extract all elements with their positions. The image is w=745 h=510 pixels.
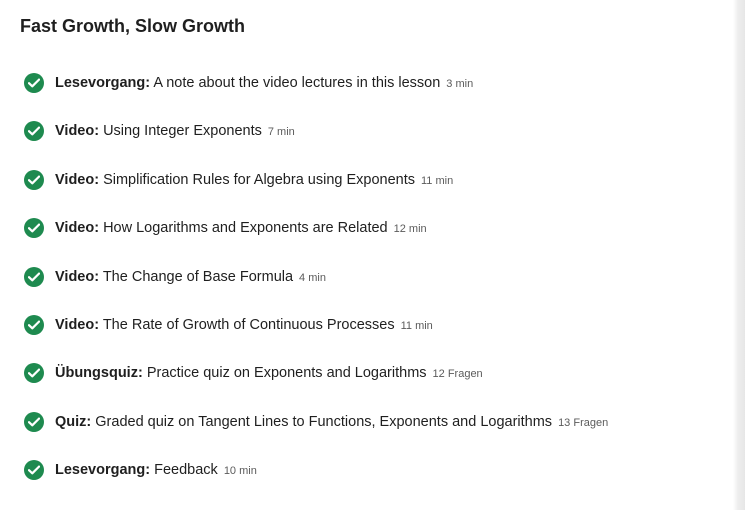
checkmark-circle-icon [24, 314, 44, 335]
lesson-item-title: The Change of Base Formula [102, 268, 294, 285]
lesson-item-duration: 7 min [267, 126, 295, 139]
lesson-item-title: A note about the video lectures in this … [153, 75, 441, 91]
lesson-item-title: The Rate of Growth of Continuous Process… [102, 316, 395, 333]
lesson-item-duration: 13 Fragen [558, 416, 609, 429]
checkmark-circle-icon [24, 460, 44, 481]
lesson-item-duration: 3 min [446, 78, 474, 90]
lesson-item-type: Video: [55, 123, 100, 140]
lesson-item-type: Video: [55, 268, 100, 285]
lesson-item-title: Using Integer Exponents [103, 123, 262, 140]
lesson-item-title: Feedback [154, 462, 218, 479]
lesson-item[interactable]: Video: Simplification Rules for Algebra … [24, 169, 608, 217]
lesson-item-type: Lesevorgang: [55, 462, 151, 479]
lesson-item-type: Lesevorgang: [55, 75, 151, 91]
lesson-item-text: Video: How Logarithms and Exponents are … [55, 217, 427, 240]
lesson-item-type: Übungsquiz: [55, 365, 143, 382]
lesson-item-title: Simplification Rules for Algebra using E… [103, 171, 415, 188]
lesson-item-list: Lesevorgang: A note about the video lect… [24, 72, 608, 508]
scroll-edge-shadow [733, 0, 745, 510]
checkmark-circle-icon [24, 266, 44, 287]
checkmark-circle-icon [24, 411, 44, 432]
lesson-item-duration: 12 min [393, 223, 427, 236]
lesson-item[interactable]: Video: The Rate of Growth of Continuous … [24, 314, 608, 362]
lesson-item-type: Video: [55, 171, 100, 188]
lesson-item[interactable]: Video: How Logarithms and Exponents are … [24, 217, 608, 265]
lesson-item-text: Lesevorgang: Feedback 10 min [55, 459, 257, 482]
lesson-item-text: Video: Simplification Rules for Algebra … [55, 169, 453, 192]
lesson-item-duration: 4 min [299, 271, 326, 284]
checkmark-circle-icon [24, 169, 44, 190]
checkmark-circle-icon [24, 121, 44, 142]
lesson-item[interactable]: Video: Using Integer Exponents 7 min [24, 120, 608, 168]
lesson-item[interactable]: Lesevorgang: A note about the video lect… [24, 72, 608, 120]
lesson-item-title: How Logarithms and Exponents are Related [103, 220, 388, 237]
lesson-item-duration: 11 min [421, 174, 454, 187]
checkmark-circle-icon [24, 73, 44, 93]
lesson-item-text: Video: The Rate of Growth of Continuous … [55, 314, 433, 337]
lesson-item-type: Video: [55, 220, 100, 237]
section-title: Fast Growth, Slow Growth [20, 16, 245, 36]
lesson-item[interactable]: Lesevorgang: Feedback 10 min [24, 459, 608, 507]
lesson-item[interactable]: Übungsquiz: Practice quiz on Exponents a… [24, 362, 608, 410]
lesson-item-text: Quiz: Graded quiz on Tangent Lines to Fu… [55, 411, 608, 434]
lesson-item[interactable]: Video: The Change of Base Formula 4 min [24, 266, 608, 314]
lesson-item-duration: 11 min [400, 319, 433, 332]
checkmark-circle-icon [24, 363, 44, 384]
lesson-item-title: Practice quiz on Exponents and Logarithm… [146, 365, 427, 382]
lesson-item-duration: 10 min [223, 465, 257, 478]
checkmark-circle-icon [24, 218, 44, 239]
lesson-item-text: Übungsquiz: Practice quiz on Exponents a… [55, 362, 483, 385]
lesson-item-text: Lesevorgang: A note about the video lect… [55, 72, 473, 95]
lesson-item-text: Video: The Change of Base Formula 4 min [55, 266, 326, 289]
lesson-item[interactable]: Quiz: Graded quiz on Tangent Lines to Fu… [24, 411, 608, 459]
lesson-item-text: Video: Using Integer Exponents 7 min [55, 120, 295, 143]
lesson-item-duration: 12 Fragen [432, 368, 483, 381]
lesson-item-title: Graded quiz on Tangent Lines to Function… [95, 413, 553, 430]
lesson-item-type: Video: [55, 316, 100, 333]
lesson-item-type: Quiz: [55, 413, 92, 430]
